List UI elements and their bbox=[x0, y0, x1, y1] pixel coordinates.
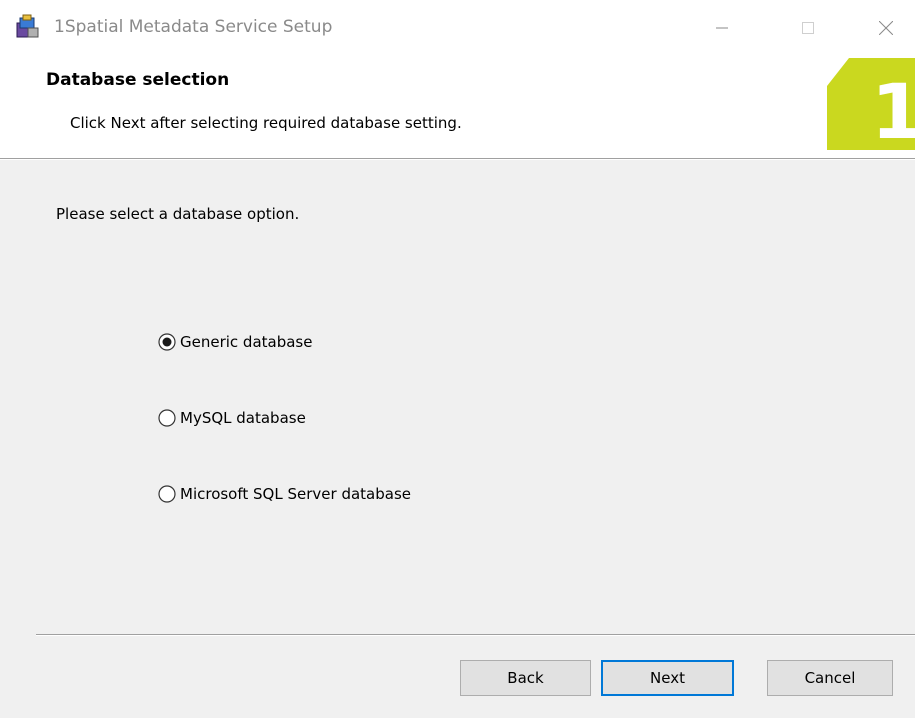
cancel-button[interactable]: Cancel bbox=[767, 660, 893, 696]
option-generic-database[interactable]: Generic database bbox=[158, 333, 312, 351]
brand-logo: 1 bbox=[827, 58, 915, 150]
maximize-icon bbox=[802, 22, 814, 34]
window-title: 1Spatial Metadata Service Setup bbox=[54, 17, 333, 37]
next-button[interactable]: Next bbox=[601, 660, 734, 696]
logo-text: 1 bbox=[871, 67, 915, 150]
option-label: Generic database bbox=[180, 333, 313, 351]
close-icon bbox=[879, 21, 893, 35]
radio-unselected-icon[interactable] bbox=[158, 485, 176, 503]
radio-selected-icon[interactable] bbox=[158, 333, 176, 351]
option-label: Microsoft SQL Server database bbox=[180, 485, 411, 503]
close-button[interactable] bbox=[862, 8, 910, 48]
back-button[interactable]: Back bbox=[460, 660, 591, 696]
option-sql-server-database[interactable]: Microsoft SQL Server database bbox=[158, 485, 411, 503]
minimize-button[interactable] bbox=[698, 8, 746, 48]
installer-icon bbox=[16, 14, 39, 38]
setup-window: 1Spatial Metadata Service Setup Database… bbox=[0, 0, 915, 718]
page-subtitle: Click Next after selecting required data… bbox=[70, 114, 462, 132]
maximize-button[interactable] bbox=[784, 8, 832, 48]
option-mysql-database[interactable]: MySQL database bbox=[158, 409, 306, 427]
title-bar[interactable]: 1Spatial Metadata Service Setup bbox=[0, 0, 915, 58]
option-label: MySQL database bbox=[180, 409, 306, 427]
radio-unselected-icon[interactable] bbox=[158, 409, 176, 427]
minimize-icon bbox=[716, 27, 728, 29]
page-title: Database selection bbox=[46, 70, 230, 90]
instruction-text: Please select a database option. bbox=[56, 205, 300, 223]
wizard-header: Database selection Click Next after sele… bbox=[0, 58, 915, 158]
